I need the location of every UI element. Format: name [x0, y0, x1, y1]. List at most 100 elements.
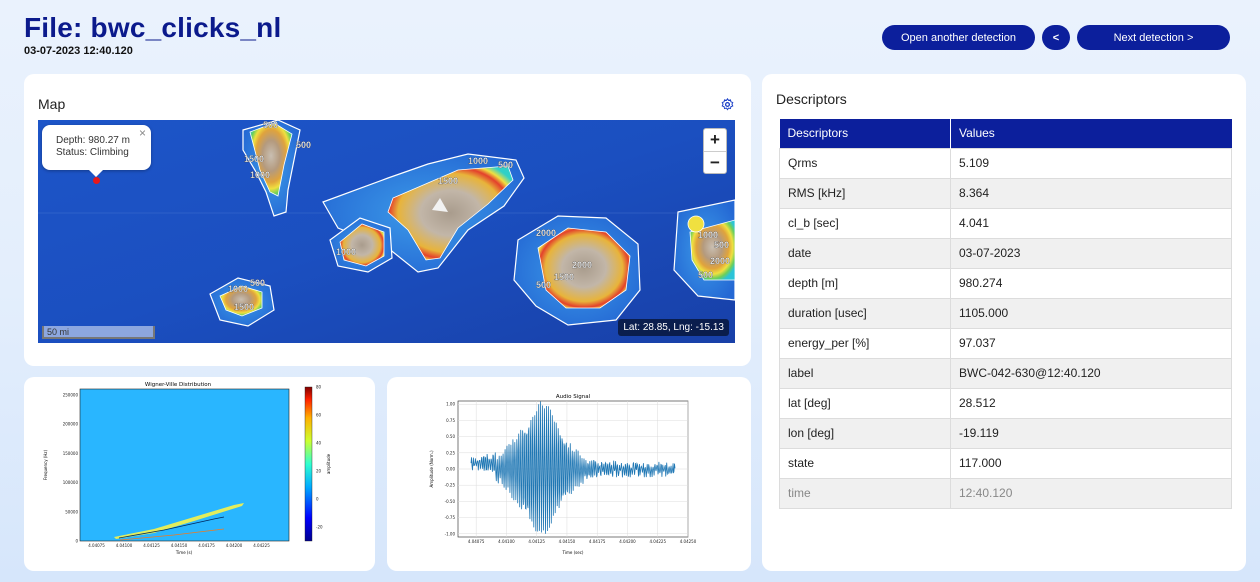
descriptors-card: Descriptors Descriptors Values Qrms 5.109…: [762, 74, 1246, 571]
audio-signal-chart: Audio Signal 4.04075 4.04100 4.04125 4.0415…: [429, 394, 697, 555]
descriptor-value: 4.041: [950, 207, 1232, 239]
audio-xlabel: Time (sec): [562, 550, 584, 555]
descriptor-name: depth [m]: [779, 267, 951, 299]
descriptor-name: duration [usec]: [779, 297, 951, 329]
location-popup: × Depth: 980.27 m Status: Climbing: [42, 125, 151, 170]
audio-x-tick: 4.04075: [468, 539, 485, 544]
wvd-colorbar-tick: 40: [316, 441, 322, 446]
map-title: Map: [38, 96, 66, 112]
audio-x-tick: 4.04125: [528, 539, 545, 544]
contour-label: 500: [296, 140, 311, 150]
contour-label: 500: [498, 160, 513, 170]
table-row: lon [deg] -19.119: [779, 417, 1232, 449]
contour-label: 500: [250, 278, 265, 288]
column-header-values[interactable]: Values: [950, 119, 1232, 148]
descriptor-name: RMS [kHz]: [779, 177, 951, 209]
audio-y-tick: -0.25: [445, 483, 456, 488]
descriptor-value: 1105.000: [950, 297, 1232, 329]
table-row: label BWC-042-630@12:40.120: [779, 357, 1232, 389]
close-icon[interactable]: ×: [139, 127, 146, 139]
wvd-y-tick: 50000: [65, 509, 78, 514]
descriptor-name: state: [779, 447, 951, 479]
descriptor-value: BWC-042-630@12:40.120: [950, 357, 1232, 389]
contour-label: 2000: [710, 256, 730, 266]
contour-label: 1000: [336, 247, 356, 257]
cursor-coordinates: Lat: 28.85, Lng: -15.13: [618, 319, 729, 336]
descriptor-value: 03-07-2023: [950, 237, 1232, 269]
wvd-y-tick: 150000: [63, 451, 79, 456]
previous-detection-button[interactable]: <: [1042, 25, 1070, 50]
audio-y-tick: 0.75: [446, 418, 455, 423]
descriptors-title: Descriptors: [776, 91, 847, 107]
table-row: energy_per [%] 97.037: [779, 327, 1232, 359]
column-header-descriptors[interactable]: Descriptors: [779, 119, 951, 148]
wvd-x-tick: 4.04075: [88, 543, 105, 548]
gear-icon[interactable]: [721, 98, 734, 111]
audio-x-tick: 4.04100: [498, 539, 515, 544]
descriptor-value: 8.364: [950, 177, 1232, 209]
wigner-ville-card: Wigner-Ville Distribution 4.04075 4.04100…: [24, 377, 375, 571]
contour-label: 1500: [554, 272, 574, 282]
map-view[interactable]: 500 1500 1000 500 1000 500 1500 2000 100…: [38, 120, 735, 343]
wvd-y-tick: 200000: [63, 422, 79, 427]
wvd-x-tick: 4.04175: [198, 543, 215, 548]
audio-x-tick: 4.04225: [649, 539, 666, 544]
audio-title: Audio Signal: [556, 394, 591, 400]
contour-label: 1000: [250, 170, 270, 180]
audio-y-tick: -0.50: [445, 499, 456, 504]
descriptor-name: time: [779, 477, 951, 509]
contour-label: 500: [714, 240, 729, 250]
table-row: duration [usec] 1105.000: [779, 297, 1232, 329]
wvd-colorbar-tick: -20: [316, 525, 323, 530]
descriptor-value: 5.109: [950, 147, 1232, 179]
descriptor-name: energy_per [%]: [779, 327, 951, 359]
popup-pointer: [89, 170, 103, 177]
open-another-detection-button[interactable]: Open another detection: [882, 25, 1035, 50]
popup-status: Status: Climbing: [56, 147, 129, 158]
descriptor-name: cl_b [sec]: [779, 207, 951, 239]
descriptor-value: 12:40.120: [950, 477, 1232, 509]
descriptor-value: 28.512: [950, 387, 1232, 419]
zoom-out-button[interactable]: −: [704, 151, 726, 173]
wvd-colorbar-tick: 0: [316, 497, 319, 502]
audio-x-tick: 4.04250: [680, 539, 697, 544]
audio-y-tick: -1.00: [445, 531, 456, 536]
descriptor-value: 97.037: [950, 327, 1232, 359]
wvd-y-tick: 0: [75, 539, 78, 544]
next-detection-button[interactable]: Next detection >: [1077, 25, 1230, 50]
wvd-y-tick: 250000: [63, 392, 79, 397]
audio-y-tick: 0.25: [446, 450, 455, 455]
table-row: lat [deg] 28.512: [779, 387, 1232, 419]
descriptor-name: lat [deg]: [779, 387, 951, 419]
audio-x-tick: 4.04175: [589, 539, 606, 544]
contour-label: 500: [536, 280, 551, 290]
audio-x-tick: 4.04150: [559, 539, 576, 544]
zoom-in-button[interactable]: +: [704, 129, 726, 151]
zoom-control: + −: [703, 128, 727, 174]
location-marker[interactable]: [93, 177, 100, 184]
audio-x-tick: 4.04200: [619, 539, 636, 544]
wvd-colorbar-tick: 60: [316, 413, 322, 418]
audio-y-tick: 0.50: [446, 434, 455, 439]
contour-label: 1000: [698, 230, 718, 240]
descriptor-name: label: [779, 357, 951, 389]
descriptor-value: 980.274: [950, 267, 1232, 299]
descriptor-value: 117.000: [950, 447, 1232, 479]
wigner-ville-chart: Wigner-Ville Distribution 4.04075 4.04100…: [43, 382, 331, 555]
descriptors-table: Descriptors Values Qrms 5.109 RMS [kHz] 8.3…: [779, 119, 1232, 509]
contour-label: 1000: [228, 284, 248, 294]
audio-y-tick: -0.75: [445, 515, 456, 520]
page-title: File: bwc_clicks_nl: [24, 12, 282, 43]
wvd-xlabel: Time (s): [175, 550, 193, 555]
wvd-x-tick: 4.04225: [253, 543, 270, 548]
wvd-colorbar-label: amplitude: [326, 453, 331, 474]
audio-y-tick: 0.00: [446, 467, 455, 472]
table-row: depth [m] 980.274: [779, 267, 1232, 299]
wvd-colorbar-tick: 20: [316, 469, 322, 474]
wvd-x-tick: 4.04150: [171, 543, 188, 548]
wvd-colorbar: [304, 386, 313, 542]
table-row: time 12:40.120: [779, 477, 1232, 509]
audio-signal-card: Audio Signal 4.04075 4.04100 4.04125 4.0415…: [387, 377, 751, 571]
contour-label: 500: [698, 270, 713, 280]
wvd-plot-area: [80, 389, 289, 541]
